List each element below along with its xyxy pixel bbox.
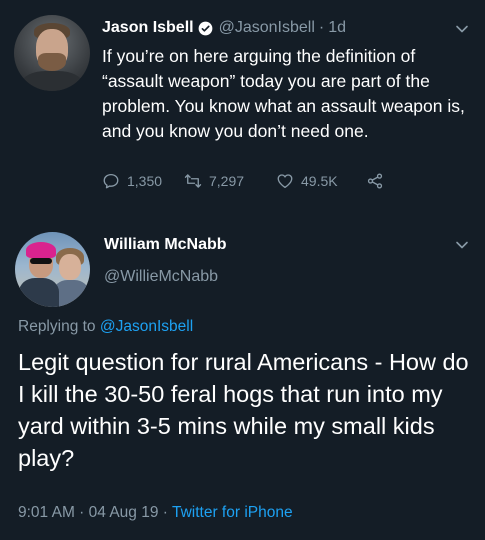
- separator-dot: ·: [318, 19, 325, 36]
- heart-icon: [277, 174, 293, 189]
- tweet2-author-name[interactable]: William McNabb: [104, 236, 227, 254]
- avatar-person1-sunglasses: [30, 258, 52, 264]
- tweet1-actions: 1,350 7,297 49.5K: [102, 170, 391, 192]
- tweet2-source-link[interactable]: Twitter for iPhone: [172, 504, 293, 521]
- avatar-beard: [38, 53, 66, 71]
- tweet1-handle[interactable]: @JasonIsbell: [219, 19, 315, 37]
- tweet2-handle[interactable]: @WillieMcNabb: [104, 268, 218, 286]
- william-mcnabb-avatar[interactable]: [15, 232, 90, 307]
- like-button[interactable]: 49.5K: [276, 172, 366, 190]
- tweet1-author-name[interactable]: Jason Isbell: [102, 19, 194, 37]
- jason-isbell-avatar[interactable]: [14, 15, 90, 91]
- replying-to-mention[interactable]: @JasonIsbell: [100, 318, 193, 335]
- tweet2-meta: 9:01 AM · 04 Aug 19 · Twitter for iPhone: [18, 504, 293, 522]
- replying-to-line: Replying to @JasonIsbell: [18, 318, 193, 336]
- avatar-person1-hat: [26, 242, 56, 258]
- share-button[interactable]: [366, 172, 391, 190]
- chevron-down-icon[interactable]: [455, 238, 469, 252]
- reply-button[interactable]: 1,350: [102, 172, 184, 190]
- like-count: 49.5K: [301, 173, 338, 189]
- reply-count: 1,350: [127, 173, 163, 189]
- tweet1-time[interactable]: 1d: [328, 19, 346, 37]
- reply-icon: [103, 173, 119, 189]
- avatar-shirt: [22, 71, 82, 91]
- tweet2-text: Legit question for rural Americans - How…: [18, 349, 469, 471]
- avatar-person1-body: [19, 278, 59, 307]
- chevron-down-icon[interactable]: [455, 22, 469, 36]
- verified-badge-icon: [198, 21, 212, 35]
- retweet-icon: [184, 174, 202, 188]
- tweet1-header: Jason Isbell @JasonIsbell · 1d: [102, 17, 346, 39]
- retweet-button[interactable]: 7,297: [184, 172, 276, 190]
- tweet2-timestamp[interactable]: 9:01 AM · 04 Aug 19 ·: [18, 504, 172, 521]
- avatar-person2-face: [59, 254, 81, 280]
- tweet1-text: If you’re on here arguing the definition…: [102, 46, 465, 141]
- replying-to-label: Replying to: [18, 318, 100, 335]
- share-icon: [367, 173, 383, 189]
- retweet-count: 7,297: [209, 173, 245, 189]
